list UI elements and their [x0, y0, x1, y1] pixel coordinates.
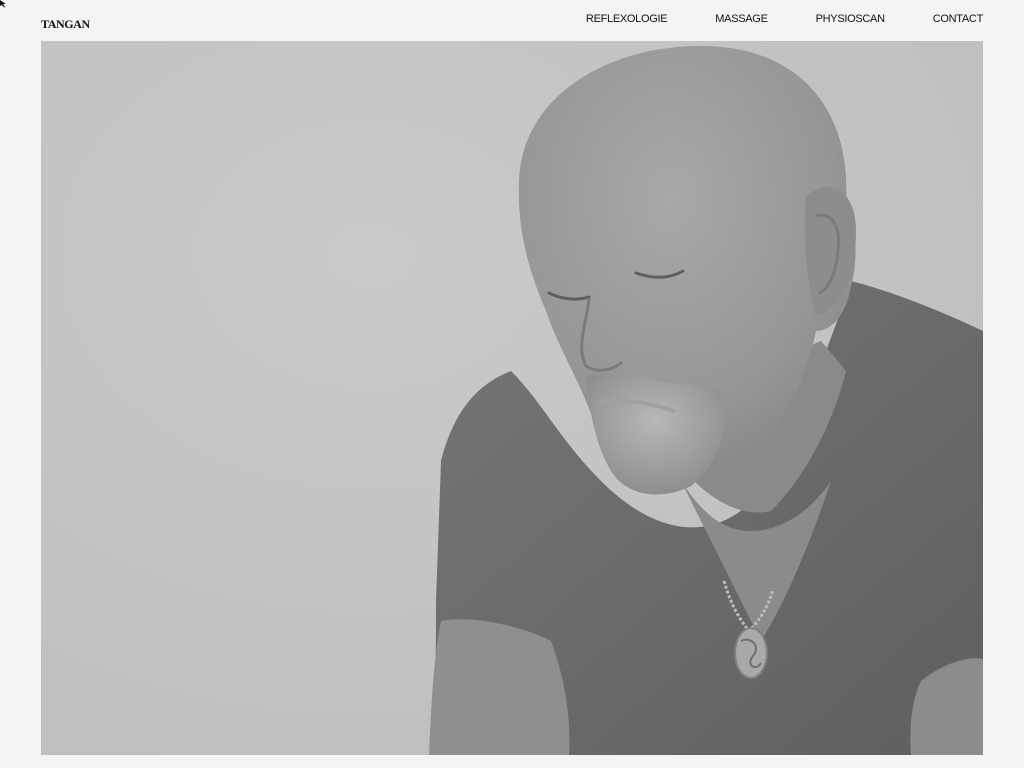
main-nav: REFLEXOLOGIE MASSAGE PHYSIOSCAN CONTACT [586, 13, 983, 25]
page: TANGAN REFLEXOLOGIE MASSAGE PHYSIOSCAN C… [0, 0, 1024, 768]
mouse-cursor-icon [0, 0, 6, 8]
pendant-icon [734, 627, 768, 679]
nav-item-contact[interactable]: CONTACT [933, 13, 984, 25]
nav-item-reflexologie[interactable]: REFLEXOLOGIE [586, 13, 668, 25]
portrait-illustration [41, 41, 983, 755]
nav-item-physioscan[interactable]: PHYSIOSCAN [816, 13, 885, 25]
site-logo[interactable]: TANGAN [41, 17, 90, 32]
site-header: TANGAN REFLEXOLOGIE MASSAGE PHYSIOSCAN C… [41, 0, 983, 41]
hero-image [41, 41, 983, 755]
nav-item-massage[interactable]: MASSAGE [715, 13, 768, 25]
